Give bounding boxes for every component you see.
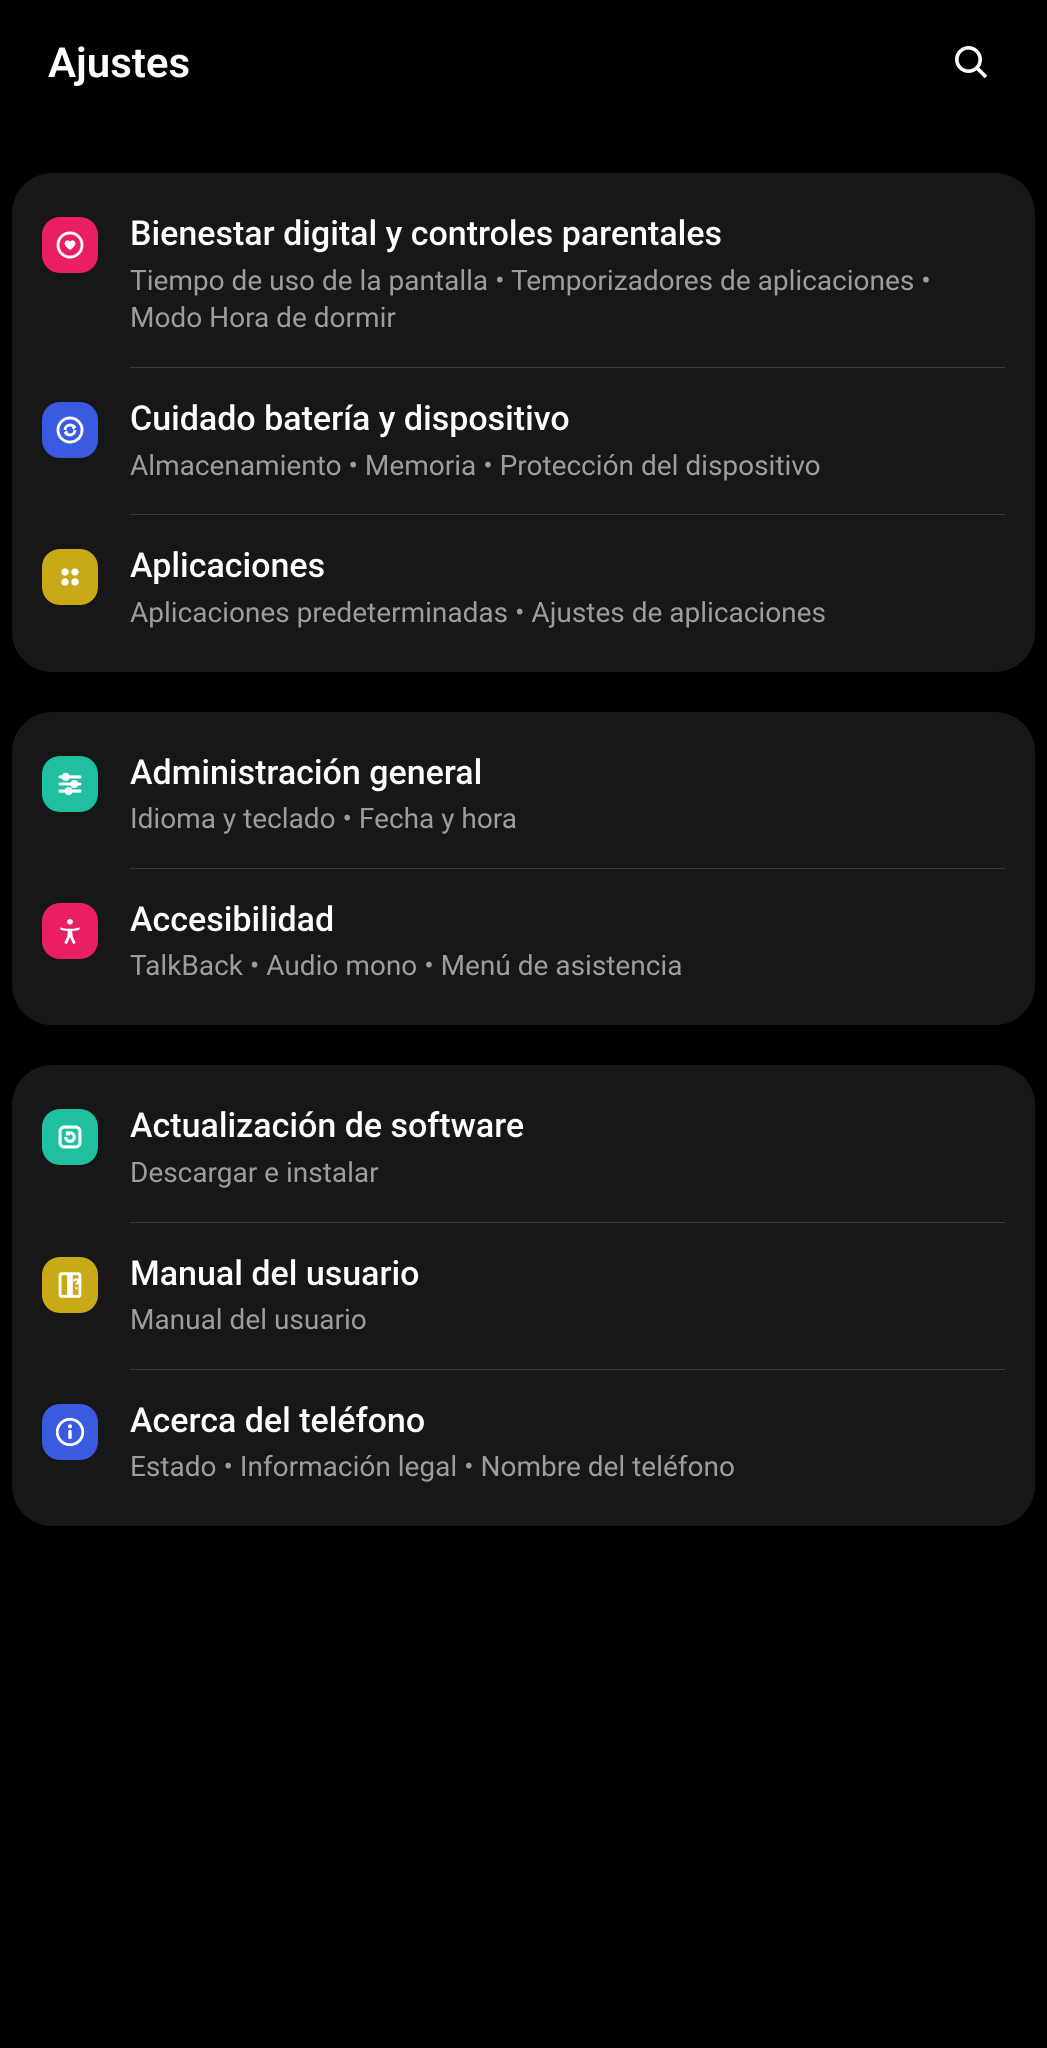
settings-item-text: Manual del usuario Manual del usuario: [130, 1253, 1005, 1339]
devicecare-icon: [42, 402, 98, 458]
settings-item-title: Administración general: [130, 752, 1005, 795]
header: Ajustes: [0, 0, 1047, 123]
settings-item-text: Administración general Idioma y teclado •…: [130, 752, 1005, 838]
info-icon: [42, 1404, 98, 1460]
settings-item-text: Accesibilidad TalkBack • Audio mono • Men…: [130, 899, 1005, 985]
settings-item-text: Acerca del teléfono Estado • Información …: [130, 1400, 1005, 1486]
settings-item-title: Acerca del teléfono: [130, 1400, 1005, 1443]
manual-icon: [42, 1257, 98, 1313]
settings-item-text: Cuidado batería y dispositivo Almacenamie…: [130, 398, 1005, 484]
settings-item[interactable]: Manual del usuario Manual del usuario: [12, 1223, 1035, 1369]
apps-icon: [42, 549, 98, 605]
settings-item-subtitle: Aplicaciones predeterminadas • Ajustes d…: [130, 594, 1005, 632]
settings-item-title: Manual del usuario: [130, 1253, 1005, 1296]
search-icon: [951, 70, 991, 85]
search-button[interactable]: [943, 34, 999, 93]
settings-item[interactable]: Administración general Idioma y teclado •…: [12, 722, 1035, 868]
settings-item-title: Bienestar digital y controles parentales: [130, 213, 1005, 256]
settings-item-title: Cuidado batería y dispositivo: [130, 398, 1005, 441]
settings-item-subtitle: Tiempo de uso de la pantalla • Temporiza…: [130, 262, 1005, 338]
settings-item[interactable]: Accesibilidad TalkBack • Audio mono • Men…: [12, 869, 1035, 1015]
wellbeing-icon: [42, 217, 98, 273]
settings-group: Actualización de software Descargar e ins…: [12, 1065, 1035, 1526]
settings-item[interactable]: Bienestar digital y controles parentales…: [12, 183, 1035, 367]
settings-item[interactable]: Actualización de software Descargar e ins…: [12, 1075, 1035, 1221]
update-icon: [42, 1109, 98, 1165]
settings-item-text: Aplicaciones Aplicaciones predeterminadas…: [130, 545, 1005, 631]
settings-item-subtitle: Descargar e instalar: [130, 1154, 1005, 1192]
settings-item-text: Bienestar digital y controles parentales…: [130, 213, 1005, 337]
settings-group: Administración general Idioma y teclado •…: [12, 712, 1035, 1026]
sliders-icon: [42, 756, 98, 812]
settings-item-title: Aplicaciones: [130, 545, 1005, 588]
settings-item[interactable]: Aplicaciones Aplicaciones predeterminadas…: [12, 515, 1035, 661]
page-title: Ajustes: [48, 39, 190, 88]
settings-item-subtitle: Idioma y teclado • Fecha y hora: [130, 800, 1005, 838]
settings-item-subtitle: Estado • Información legal • Nombre del …: [130, 1448, 1005, 1486]
settings-item-subtitle: Almacenamiento • Memoria • Protección de…: [130, 447, 1005, 485]
settings-item-title: Actualización de software: [130, 1105, 1005, 1148]
settings-item-text: Actualización de software Descargar e ins…: [130, 1105, 1005, 1191]
settings-item[interactable]: Cuidado batería y dispositivo Almacenamie…: [12, 368, 1035, 514]
settings-item-subtitle: TalkBack • Audio mono • Menú de asistenc…: [130, 947, 1005, 985]
settings-item-subtitle: Manual del usuario: [130, 1301, 1005, 1339]
settings-item-title: Accesibilidad: [130, 899, 1005, 942]
settings-item[interactable]: Acerca del teléfono Estado • Información …: [12, 1370, 1035, 1516]
accessibility-icon: [42, 903, 98, 959]
settings-group: Bienestar digital y controles parentales…: [12, 173, 1035, 672]
settings-groups: Bienestar digital y controles parentales…: [0, 173, 1047, 1526]
